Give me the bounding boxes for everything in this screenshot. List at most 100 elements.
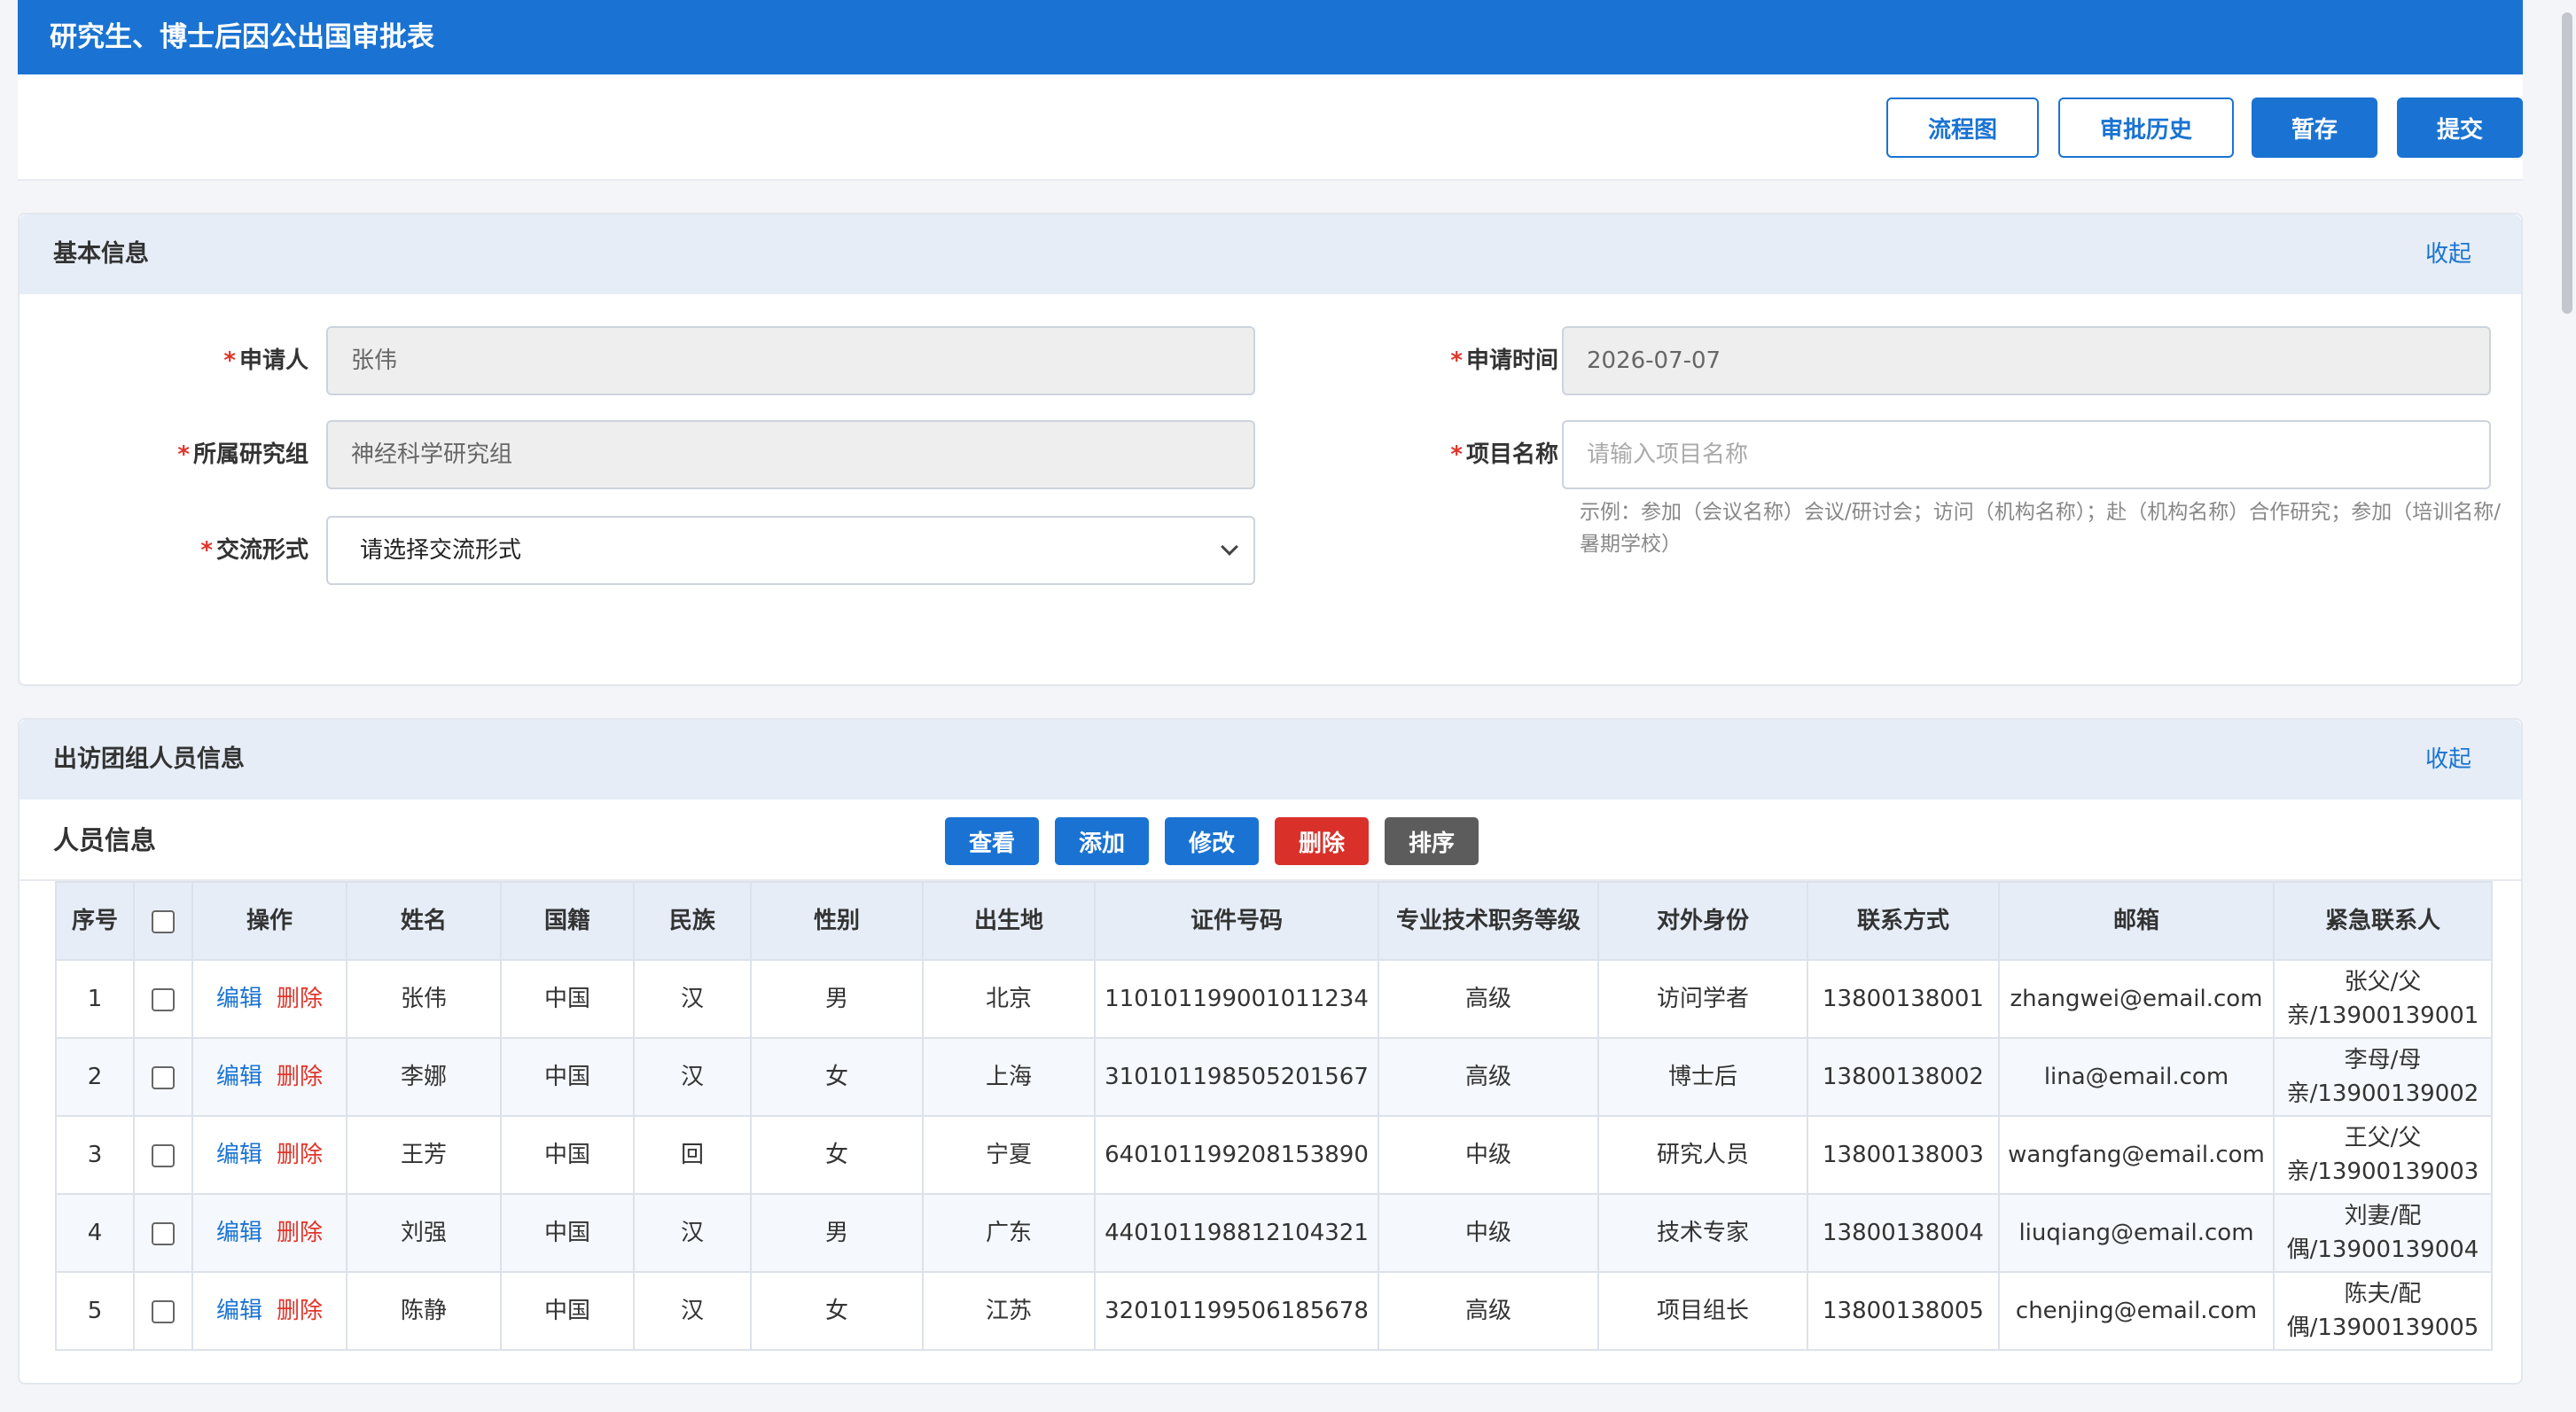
col-header-emergency: 紧急联系人 (2273, 881, 2493, 961)
members-subheader: 人员信息 查看 添加 修改 删除 排序 (20, 800, 2521, 881)
research-group-label: * 所属研究组 (177, 441, 308, 468)
col-header-rank: 专业技术职务等级 (1378, 881, 1599, 961)
table-header-row: 序号 操作 姓名 国籍 民族 性别 出生地 证件号码 专业技术职务等级 对外身份… (55, 881, 2493, 961)
col-header-birthplace: 出生地 (922, 881, 1096, 961)
row-email: liuqiang@email.com (1998, 1193, 2275, 1273)
row-email: zhangwei@email.com (1998, 959, 2275, 1039)
row-phone: 13800138003 (1807, 1115, 2000, 1195)
row-edit-link[interactable]: 编辑 (216, 1064, 262, 1090)
save-draft-button[interactable]: 暂存 (2252, 98, 2377, 158)
application-date-label: * 申请时间 (1450, 347, 1558, 374)
modify-button[interactable]: 修改 (1165, 817, 1259, 865)
row-rank: 中级 (1378, 1193, 1599, 1273)
row-delete-link[interactable]: 删除 (277, 1220, 323, 1246)
row-emergency: 张父/父亲/13900139001 (2273, 959, 2493, 1039)
col-header-actions: 操作 (191, 881, 347, 961)
row-ethnicity: 汉 (633, 1271, 752, 1351)
table-row: 1 编辑 删除 张伟 中国 汉 男 北京 110101199001011234 高… (55, 959, 2493, 1039)
approval-history-button[interactable]: 审批历史 (2058, 98, 2234, 158)
members-title: 出访团组人员信息 (53, 745, 245, 773)
basic-info-collapse-link[interactable]: 收起 (2425, 215, 2471, 294)
row-name: 刘强 (346, 1193, 502, 1273)
select-all-checkbox[interactable] (152, 909, 175, 933)
row-ethnicity: 汉 (633, 1193, 752, 1273)
row-phone: 13800138005 (1807, 1271, 2000, 1351)
col-header-id-number: 证件号码 (1094, 881, 1379, 961)
row-identity: 项目组长 (1597, 1271, 1808, 1351)
row-select (133, 1193, 193, 1273)
row-nationality: 中国 (500, 1271, 635, 1351)
table-row: 3 编辑 删除 王芳 中国 回 女 宁夏 640101199208153890 中… (55, 1115, 2493, 1195)
row-phone: 13800138002 (1807, 1037, 2000, 1117)
row-edit-link[interactable]: 编辑 (216, 1220, 262, 1246)
row-emergency: 陈夫/配偶/13900139005 (2273, 1271, 2493, 1351)
col-header-gender: 性别 (750, 881, 924, 961)
col-header-phone: 联系方式 (1807, 881, 2000, 961)
row-ethnicity: 汉 (633, 1037, 752, 1117)
row-checkbox[interactable] (152, 987, 175, 1011)
row-actions: 编辑 删除 (191, 1037, 347, 1117)
research-group-field[interactable]: 神经科学研究组 (326, 420, 1255, 489)
row-identity: 访问学者 (1597, 959, 1808, 1039)
row-name: 王芳 (346, 1115, 502, 1195)
row-gender: 男 (750, 1193, 924, 1273)
row-select (133, 1037, 193, 1117)
row-actions: 编辑 删除 (191, 959, 347, 1039)
application-date-field[interactable]: 2026-07-07 (1562, 326, 2491, 395)
applicant-label: * 申请人 (223, 347, 308, 374)
row-birthplace: 上海 (922, 1037, 1096, 1117)
applicant-field[interactable]: 张伟 (326, 326, 1255, 395)
row-email: chenjing@email.com (1998, 1271, 2275, 1351)
row-rank: 高级 (1378, 959, 1599, 1039)
col-header-ethnicity: 民族 (633, 881, 752, 961)
row-id-number: 320101199506185678 (1094, 1271, 1379, 1351)
members-header: 出访团组人员信息 收起 (20, 720, 2521, 800)
members-table: 序号 操作 姓名 国籍 民族 性别 出生地 证件号码 专业技术职务等级 对外身份… (55, 881, 2493, 1351)
chevron-down-icon (1221, 538, 1238, 556)
members-collapse-link[interactable]: 收起 (2425, 720, 2471, 800)
row-phone: 13800138001 (1807, 959, 2000, 1039)
row-delete-link[interactable]: 删除 (277, 986, 323, 1012)
row-nationality: 中国 (500, 959, 635, 1039)
row-checkbox[interactable] (152, 1065, 175, 1089)
flowchart-button[interactable]: 流程图 (1886, 98, 2039, 158)
row-emergency: 李母/母亲/13900139002 (2273, 1037, 2493, 1117)
view-button[interactable]: 查看 (945, 817, 1039, 865)
col-header-no: 序号 (55, 881, 135, 961)
sort-button[interactable]: 排序 (1385, 817, 1479, 865)
row-id-number: 440101198812104321 (1094, 1193, 1379, 1273)
row-edit-link[interactable]: 编辑 (216, 1142, 262, 1168)
project-name-label: * 项目名称 (1450, 441, 1558, 468)
col-header-name: 姓名 (346, 881, 502, 961)
row-identity: 技术专家 (1597, 1193, 1808, 1273)
delete-button[interactable]: 删除 (1275, 817, 1369, 865)
row-name: 陈静 (346, 1271, 502, 1351)
toolbar: 流程图 审批历史 暂存 提交 (18, 74, 2523, 181)
row-edit-link[interactable]: 编辑 (216, 986, 262, 1012)
submit-button[interactable]: 提交 (2397, 98, 2523, 158)
add-button[interactable]: 添加 (1055, 817, 1149, 865)
row-delete-link[interactable]: 删除 (277, 1064, 323, 1090)
basic-info-title: 基本信息 (53, 240, 149, 268)
col-header-email: 邮箱 (1998, 881, 2275, 961)
members-subtitle: 人员信息 (53, 825, 157, 855)
row-phone: 13800138004 (1807, 1193, 2000, 1273)
row-checkbox[interactable] (152, 1299, 175, 1323)
row-delete-link[interactable]: 删除 (277, 1298, 323, 1324)
row-edit-link[interactable]: 编辑 (216, 1298, 262, 1324)
scrollbar-thumb[interactable] (2562, 12, 2572, 314)
row-ethnicity: 汉 (633, 959, 752, 1039)
row-nationality: 中国 (500, 1115, 635, 1195)
vertical-scrollbar[interactable] (2558, 0, 2576, 1412)
row-delete-link[interactable]: 删除 (277, 1142, 323, 1168)
row-name: 张伟 (346, 959, 502, 1039)
row-checkbox[interactable] (152, 1143, 175, 1167)
row-birthplace: 江苏 (922, 1271, 1096, 1351)
row-select (133, 1115, 193, 1195)
row-gender: 女 (750, 1271, 924, 1351)
row-no: 1 (55, 959, 135, 1039)
row-checkbox[interactable] (152, 1221, 175, 1245)
exchange-form-select[interactable]: 请选择交流形式 (326, 516, 1255, 585)
project-name-input[interactable]: 请输入项目名称 (1562, 420, 2491, 489)
row-gender: 女 (750, 1037, 924, 1117)
